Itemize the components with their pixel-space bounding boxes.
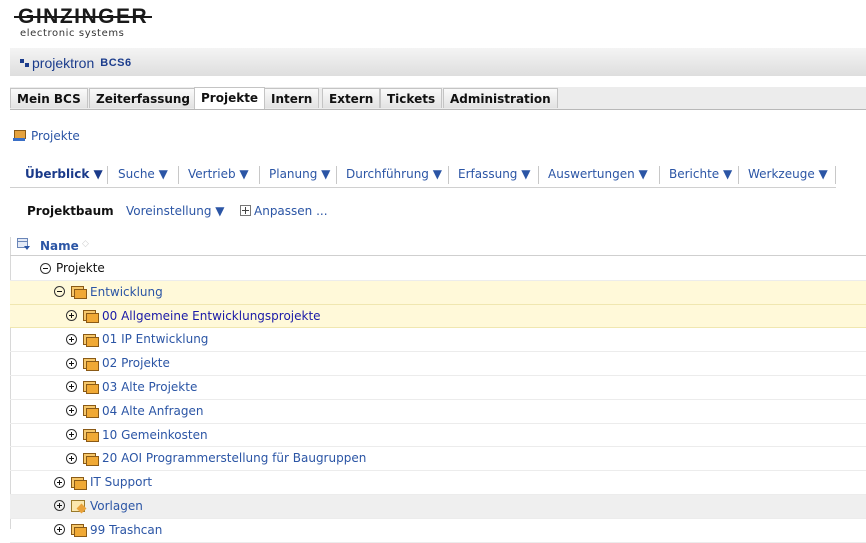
tree-node-link[interactable]: 00 Allgemeine Entwicklungsprojekte xyxy=(102,309,321,323)
collapse-icon[interactable] xyxy=(54,286,65,298)
menu-separator xyxy=(835,166,836,184)
column-name-header[interactable]: Name xyxy=(40,239,79,253)
projektron-logo-icon xyxy=(20,58,29,68)
tree-node-link[interactable]: 99 Trashcan xyxy=(90,523,162,537)
menu-berichte[interactable]: Berichte ▼ xyxy=(669,167,732,181)
menu-durchfuehrung[interactable]: Durchführung ▼ xyxy=(346,167,442,181)
brand-name: projektron xyxy=(32,55,95,71)
menu-planung[interactable]: Planung ▼ xyxy=(269,167,330,181)
folder-icon xyxy=(82,452,99,466)
tree-row: Projekte xyxy=(10,257,866,281)
tree-node-link[interactable]: 04 Alte Anfragen xyxy=(102,404,203,418)
tree-node-link[interactable]: IT Support xyxy=(90,475,152,489)
menu-separator xyxy=(738,166,739,184)
app-brand: projektron BCS6 xyxy=(20,55,132,71)
tree-node-link[interactable]: Vorlagen xyxy=(90,499,143,513)
section-menu-bar: Überblick ▼ Suche ▼ Vertrieb ▼ Planung ▼… xyxy=(10,163,836,188)
tree-row: 20 AOI Programmerstellung für Baugruppen xyxy=(10,447,866,472)
expand-icon[interactable] xyxy=(54,476,65,488)
company-logo: GINZINGER electronic systems xyxy=(13,5,153,39)
plus-box-icon xyxy=(240,205,251,216)
folder-icon xyxy=(82,333,99,347)
project-tree: Projekte Entwicklung 00 Allgemeine Entwi… xyxy=(10,257,866,543)
tab-tickets[interactable]: Tickets xyxy=(380,88,443,108)
menu-auswertungen[interactable]: Auswertungen ▼ xyxy=(548,167,648,181)
tree-row: 03 Alte Projekte xyxy=(10,376,866,400)
tree-node-link[interactable]: 02 Projekte xyxy=(102,356,170,370)
folder-icon xyxy=(82,428,99,443)
folder-icon xyxy=(70,523,87,538)
menu-separator xyxy=(259,166,260,184)
main-tab-bar: Mein BCS Zeiterfassung Projekte Intern E… xyxy=(10,87,866,110)
tree-row: 01 IP Entwicklung xyxy=(10,328,866,353)
menu-separator xyxy=(448,166,449,184)
tab-intern[interactable]: Intern xyxy=(264,88,320,108)
tab-administration[interactable]: Administration xyxy=(443,88,558,108)
folder-icon xyxy=(82,357,99,371)
column-settings-icon[interactable] xyxy=(17,238,31,251)
expand-icon[interactable] xyxy=(54,500,65,512)
expand-icon[interactable] xyxy=(66,357,77,369)
tree-row: 04 Alte Anfragen xyxy=(10,400,866,424)
tree-row: IT Support xyxy=(10,471,866,495)
template-icon xyxy=(70,499,86,513)
expand-icon[interactable] xyxy=(54,524,65,536)
brand-suffix: BCS6 xyxy=(100,57,132,69)
brand-bar xyxy=(10,48,866,76)
menu-separator xyxy=(178,166,179,184)
collapse-icon[interactable] xyxy=(40,262,51,274)
menu-separator xyxy=(336,166,337,184)
expand-icon[interactable] xyxy=(66,333,77,345)
tree-row: 02 Projekte xyxy=(10,352,866,376)
expand-icon[interactable] xyxy=(66,452,77,464)
folder-icon xyxy=(70,285,87,300)
preset-dropdown[interactable]: Voreinstellung ▼ xyxy=(126,204,225,218)
tree-row: 00 Allgemeine Entwicklungsprojekte xyxy=(10,304,866,329)
menu-ueberblick[interactable]: Überblick ▼ xyxy=(25,167,103,181)
menu-suche[interactable]: Suche ▼ xyxy=(118,167,168,181)
tree-node-link[interactable]: Entwicklung xyxy=(90,285,163,299)
tree-row: 99 Trashcan xyxy=(10,519,866,543)
sort-icon[interactable]: ◇ xyxy=(82,239,89,249)
expand-icon[interactable] xyxy=(66,429,77,441)
tree-node-link[interactable]: 01 IP Entwicklung xyxy=(102,332,208,346)
view-title: Projektbaum xyxy=(27,204,114,218)
breadcrumb[interactable]: Projekte xyxy=(13,129,80,143)
tab-projekte[interactable]: Projekte xyxy=(194,87,266,109)
menu-werkzeuge[interactable]: Werkzeuge ▼ xyxy=(748,167,828,181)
tab-extern[interactable]: Extern xyxy=(322,88,381,108)
logo-tagline: electronic systems xyxy=(20,28,125,39)
tree-row: Vorlagen xyxy=(10,494,866,519)
folder-icon xyxy=(82,404,99,419)
tree-row: Entwicklung xyxy=(10,280,866,305)
customize-button[interactable]: Anpassen ... xyxy=(240,204,328,218)
tab-mein-bcs[interactable]: Mein BCS xyxy=(10,88,88,108)
menu-separator xyxy=(107,166,108,184)
tree-node-link[interactable]: 03 Alte Projekte xyxy=(102,380,197,394)
menu-separator xyxy=(538,166,539,184)
project-icon xyxy=(13,130,26,142)
menu-erfassung[interactable]: Erfassung ▼ xyxy=(458,167,530,181)
menu-separator xyxy=(659,166,660,184)
tree-node-label: Projekte xyxy=(56,261,105,275)
expand-icon[interactable] xyxy=(66,381,77,393)
tree-row: 10 Gemeinkosten xyxy=(10,424,866,448)
tree-node-link[interactable]: 10 Gemeinkosten xyxy=(102,428,208,442)
tree-node-link[interactable]: 20 AOI Programmerstellung für Baugruppen xyxy=(102,451,366,465)
folder-icon xyxy=(70,476,87,490)
expand-icon[interactable] xyxy=(66,310,77,322)
tab-zeiterfassung[interactable]: Zeiterfassung xyxy=(89,88,198,108)
menu-vertrieb[interactable]: Vertrieb ▼ xyxy=(188,167,249,181)
expand-icon[interactable] xyxy=(66,405,77,417)
grid-header: Name ◇ xyxy=(10,237,866,256)
folder-icon xyxy=(82,309,99,324)
folder-icon xyxy=(82,380,99,395)
breadcrumb-label: Projekte xyxy=(31,129,80,143)
logo-wordmark: GINZINGER xyxy=(13,5,153,28)
